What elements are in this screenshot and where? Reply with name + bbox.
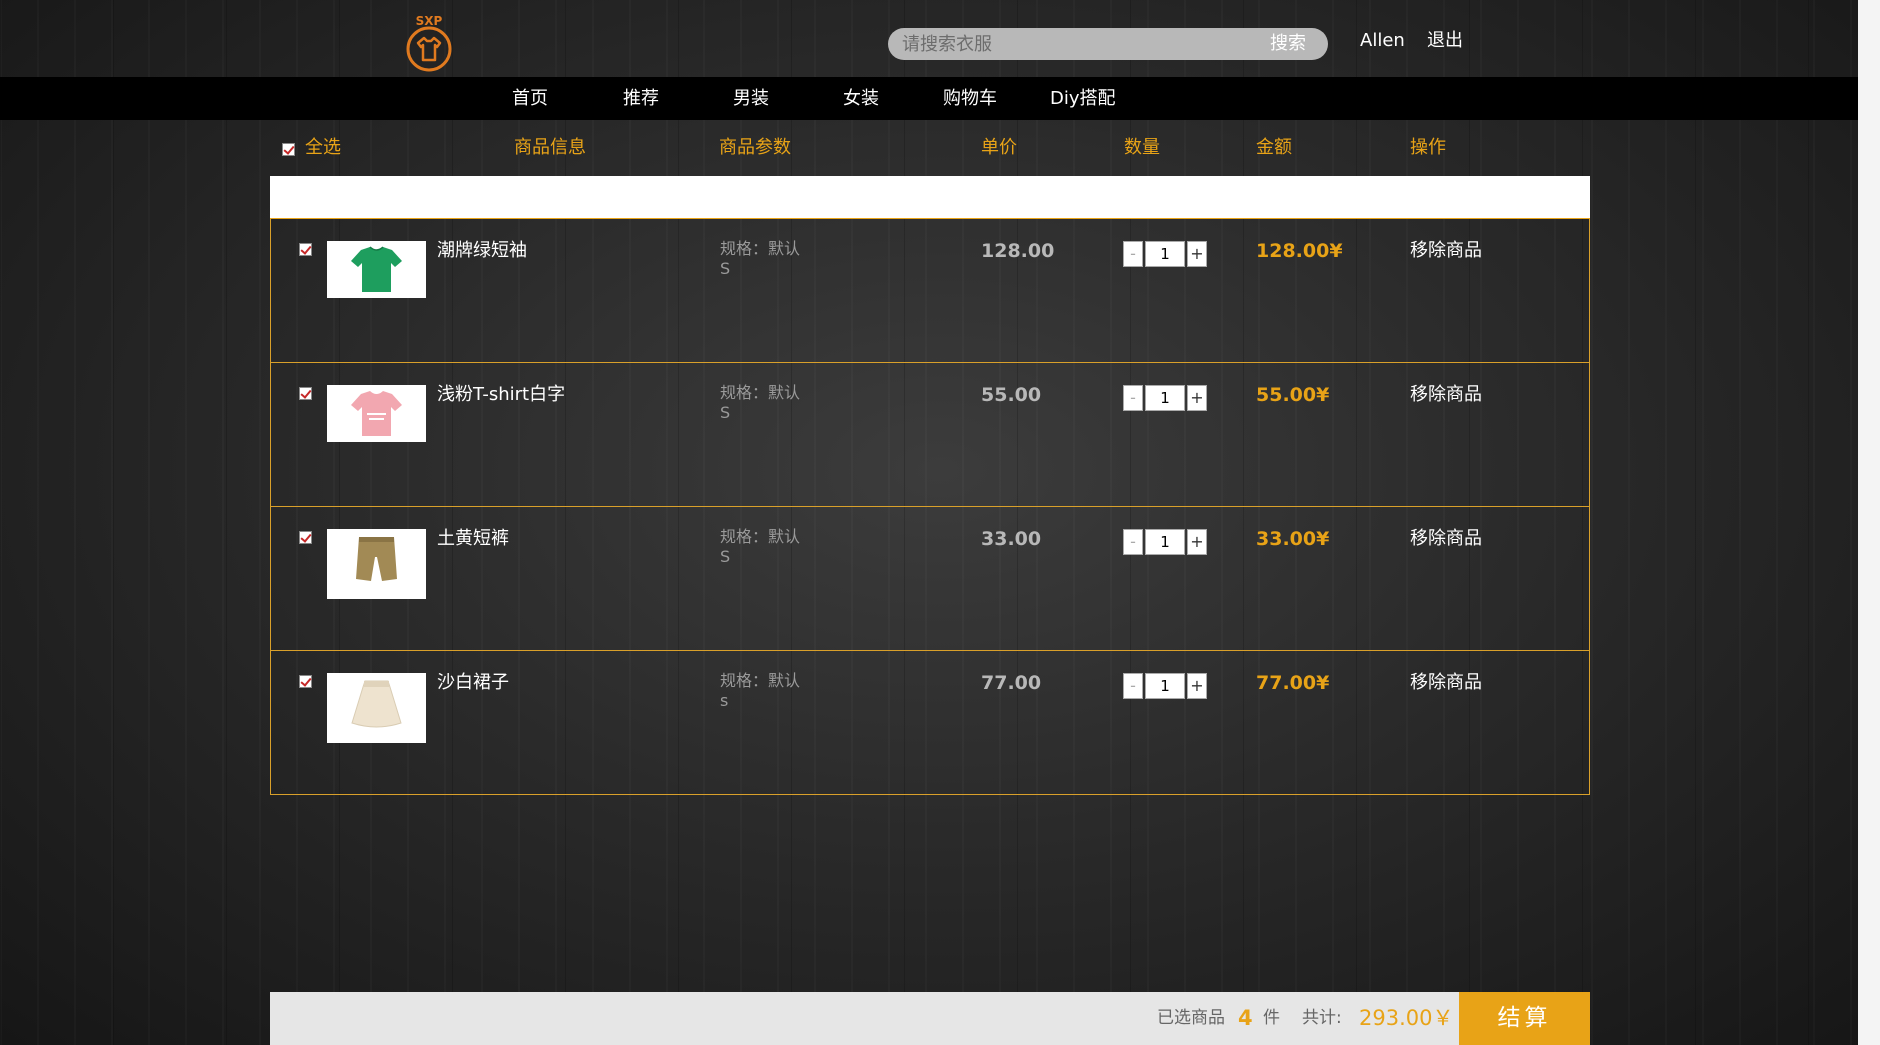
qty-input[interactable]	[1145, 385, 1185, 411]
logo-text: SXP	[416, 14, 443, 28]
item-checkbox[interactable]	[299, 387, 312, 400]
quantity-stepper: - +	[1123, 529, 1209, 555]
logo[interactable]: SXP	[398, 12, 460, 72]
quantity-stepper: - +	[1123, 673, 1209, 699]
qty-plus-button[interactable]: +	[1187, 385, 1207, 411]
selected-items-unit: 件	[1263, 1008, 1280, 1028]
select-all-checkbox[interactable]	[282, 143, 295, 156]
item-checkbox[interactable]	[299, 243, 312, 256]
pink-tshirt-icon[interactable]	[327, 385, 426, 442]
unit-price: 77.00	[981, 672, 1042, 694]
product-name[interactable]: 沙白裙子	[437, 671, 509, 695]
khaki-shorts-icon[interactable]	[327, 529, 426, 599]
logout-link[interactable]: 退出	[1427, 28, 1463, 54]
remove-item-link[interactable]: 移除商品	[1410, 383, 1482, 407]
product-spec: 规格：默认 S	[720, 383, 801, 422]
qty-minus-button[interactable]: -	[1123, 529, 1143, 555]
total-label: 共计:	[1302, 1008, 1342, 1028]
qty-plus-button[interactable]: +	[1187, 529, 1207, 555]
cart-row: 浅粉T-shirt白字 规格：默认S 55.00 - + 55.00¥ 移除商品	[270, 363, 1590, 507]
line-amount: 33.00¥	[1256, 528, 1330, 550]
nav-item-women[interactable]: 女装	[843, 77, 879, 120]
nav-item-men[interactable]: 男装	[733, 77, 769, 120]
qty-minus-button[interactable]: -	[1123, 241, 1143, 267]
item-checkbox[interactable]	[299, 675, 312, 688]
main-nav: 首页 推荐 男装 女装 购物车 Diy搭配	[0, 77, 1858, 120]
scrollbar[interactable]	[1858, 0, 1880, 1045]
qty-input[interactable]	[1145, 673, 1185, 699]
remove-item-link[interactable]: 移除商品	[1410, 239, 1482, 263]
qty-plus-button[interactable]: +	[1187, 673, 1207, 699]
cart-row: 潮牌绿短袖 规格：默认S 128.00 - + 128.00¥ 移除商品	[270, 219, 1590, 363]
line-amount: 55.00¥	[1256, 384, 1330, 406]
product-spec: 规格：默认 S	[720, 527, 801, 566]
product-name[interactable]: 浅粉T-shirt白字	[437, 383, 565, 407]
qty-input[interactable]	[1145, 529, 1185, 555]
col-header-unit-price: 单价	[981, 137, 1017, 158]
qty-input[interactable]	[1145, 241, 1185, 267]
total-value: 293.00￥	[1359, 1006, 1454, 1030]
col-header-product-info: 商品信息	[514, 137, 586, 158]
cart-summary-bar: 已选商品 4 件 共计: 293.00￥ 结算	[270, 992, 1590, 1045]
line-amount: 77.00¥	[1256, 672, 1330, 694]
qty-minus-button[interactable]: -	[1123, 673, 1143, 699]
search-input[interactable]	[902, 31, 1232, 57]
selected-items-count: 4	[1238, 1006, 1253, 1030]
remove-item-link[interactable]: 移除商品	[1410, 671, 1482, 695]
qty-minus-button[interactable]: -	[1123, 385, 1143, 411]
product-name[interactable]: 潮牌绿短袖	[437, 239, 527, 263]
line-amount: 128.00¥	[1256, 240, 1343, 262]
item-checkbox[interactable]	[299, 531, 312, 544]
header: SXP 搜索 Allen 退出	[0, 0, 1858, 76]
select-all-label[interactable]: 全选	[305, 136, 341, 160]
quantity-stepper: - +	[1123, 385, 1209, 411]
cart-row: 沙白裙子 规格：默认s 77.00 - + 77.00¥ 移除商品	[270, 651, 1590, 795]
search-box: 搜索	[888, 28, 1328, 60]
nav-item-diy[interactable]: Diy搭配	[1050, 77, 1116, 120]
col-header-quantity: 数量	[1124, 137, 1160, 158]
col-header-amount: 金额	[1256, 137, 1292, 158]
username[interactable]: Allen	[1360, 28, 1405, 54]
remove-item-link[interactable]: 移除商品	[1410, 527, 1482, 551]
cart-row: 土黄短裤 规格：默认S 33.00 - + 33.00¥ 移除商品	[270, 507, 1590, 651]
green-tshirt-icon[interactable]	[327, 241, 426, 298]
col-header-action: 操作	[1410, 137, 1446, 158]
cart-table-top	[270, 176, 1590, 219]
cream-skirt-icon[interactable]	[327, 673, 426, 743]
qty-plus-button[interactable]: +	[1187, 241, 1207, 267]
selected-items-label: 已选商品	[1157, 1008, 1225, 1028]
col-header-product-params: 商品参数	[719, 137, 791, 158]
nav-item-recommend[interactable]: 推荐	[623, 77, 659, 120]
product-spec: 规格：默认 S	[720, 239, 801, 278]
unit-price: 55.00	[981, 384, 1042, 406]
nav-item-cart[interactable]: 购物车	[943, 77, 997, 120]
unit-price: 33.00	[981, 528, 1042, 550]
product-name[interactable]: 土黄短裤	[437, 527, 509, 551]
search-button[interactable]: 搜索	[1270, 28, 1306, 60]
unit-price: 128.00	[981, 240, 1055, 262]
nav-item-home[interactable]: 首页	[512, 77, 548, 120]
product-spec: 规格：默认 s	[720, 671, 801, 710]
quantity-stepper: - +	[1123, 241, 1209, 267]
checkout-button[interactable]: 结算	[1459, 992, 1590, 1045]
